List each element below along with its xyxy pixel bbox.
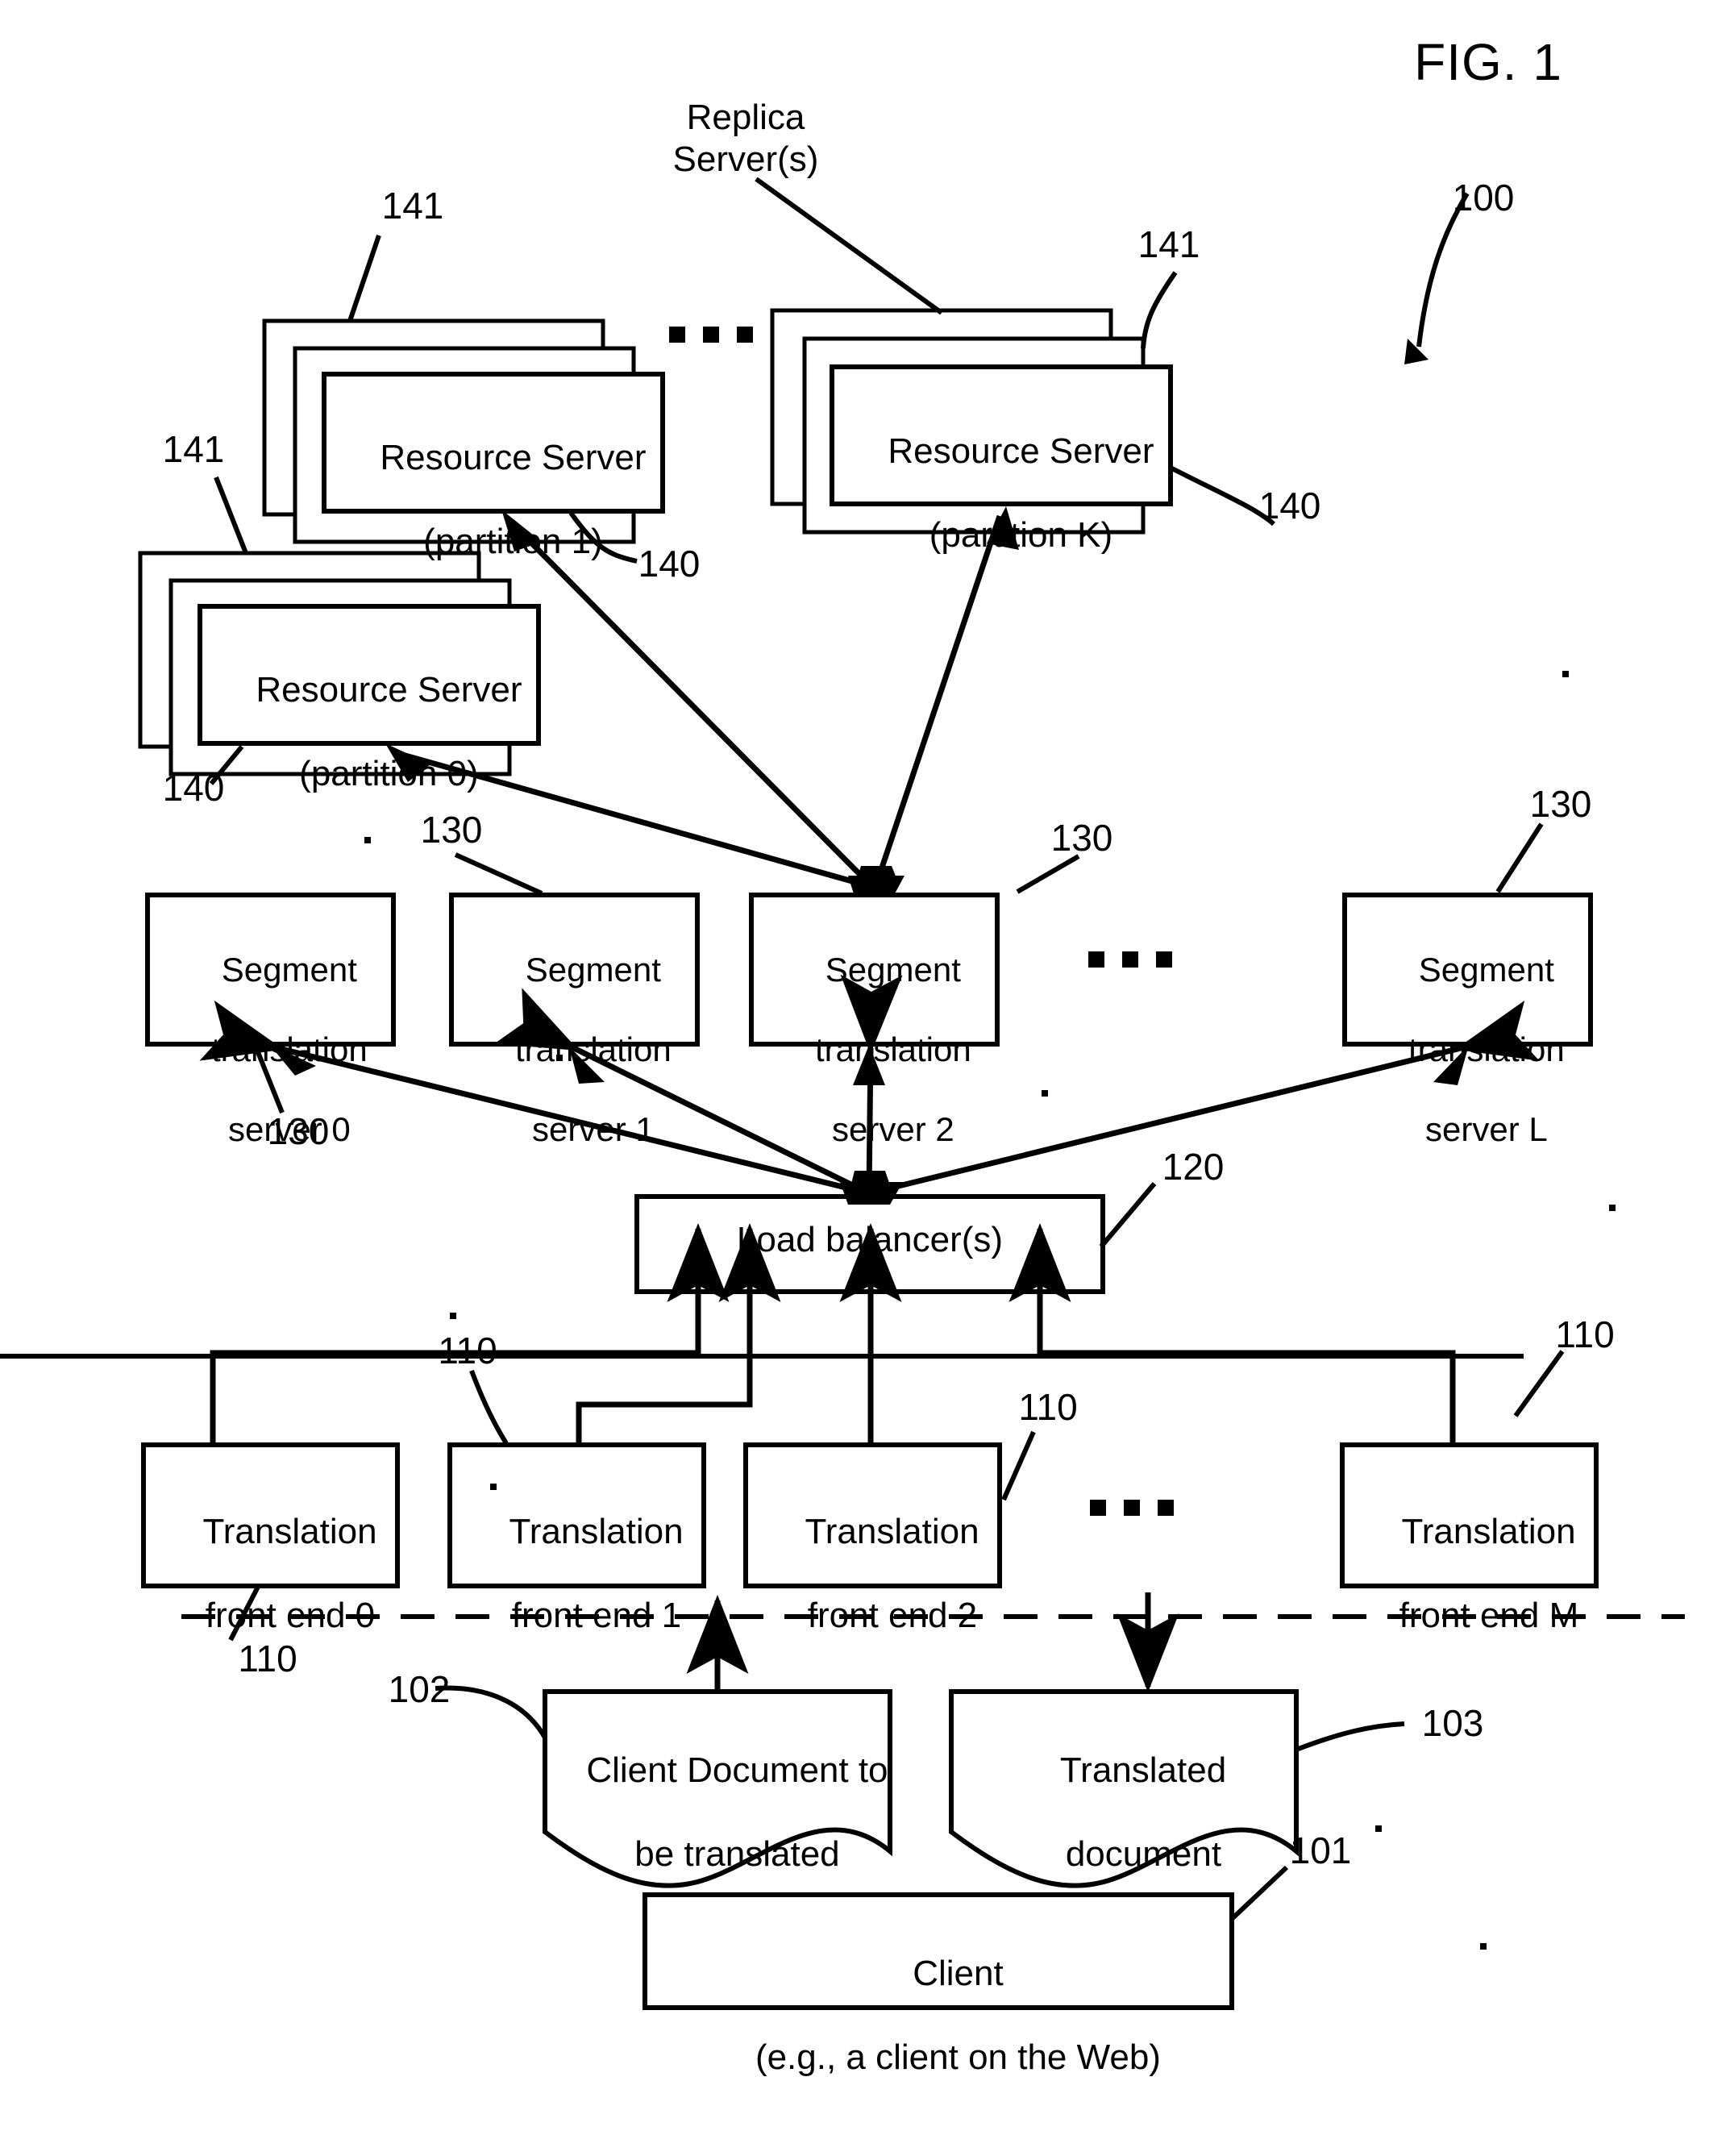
stsl-line3: server L — [1424, 1109, 1548, 1148]
translation-front-end-1-label: Translation front end 1 — [450, 1469, 704, 1679]
segment-translation-server-1-label: Segment translation server 1 — [451, 909, 697, 1189]
sts1-line2: translation — [514, 1030, 672, 1068]
replica-servers-label: Replica Server(s) — [672, 98, 819, 179]
tfe0-line1: Translation — [202, 1511, 377, 1551]
sts0-line2: translation — [210, 1030, 368, 1068]
tfe1-line2: front end 1 — [511, 1595, 682, 1635]
ellipsis-translation-front-ends — [1090, 1500, 1174, 1516]
ref-140-partitionk: 140 — [1258, 485, 1321, 527]
ref-130-stsl: 130 — [1529, 783, 1592, 825]
ref-120: 120 — [1162, 1146, 1225, 1188]
rs0-line1: Resource Server — [256, 669, 522, 710]
ref-141-partitionk: 141 — [1137, 223, 1200, 265]
client-line2: (e.g., a client on the Web) — [755, 2037, 1161, 2077]
tfem-line2: front end M — [1399, 1595, 1579, 1635]
client-line1: Client — [913, 1953, 1004, 1993]
client-doc-line1: Client Document to — [586, 1750, 888, 1790]
segment-translation-server-l-label: Segment translation server L — [1345, 909, 1591, 1189]
rsk-line2: (partition K) — [929, 514, 1113, 555]
resource-server-partition-k-label: Resource Server (partition K) — [832, 389, 1171, 598]
translated-document-label: Translated document — [951, 1708, 1296, 1917]
sts1-line3: server 1 — [531, 1109, 655, 1148]
ref-130-sts1: 130 — [420, 809, 483, 851]
rs1-line1: Resource Server — [380, 437, 647, 477]
ref-110-tfem: 110 — [1555, 1313, 1615, 1355]
ref-130-sts2: 130 — [1050, 817, 1113, 859]
sts0-line1: Segment — [221, 950, 357, 989]
stsl-line1: Segment — [1418, 950, 1554, 989]
ref-103: 103 — [1421, 1702, 1484, 1744]
translation-front-end-0-label: Translation front end 0 — [143, 1469, 397, 1679]
segment-translation-server-0-label: Segment translation server 0 — [148, 909, 393, 1189]
client-document-label: Client Document to be translated — [545, 1708, 890, 1917]
resource-server-partition-0-label: Resource Server (partition 0) — [200, 627, 539, 837]
tfem-line1: Translation — [1401, 1511, 1576, 1551]
ref-101: 101 — [1289, 1829, 1352, 1871]
ref-102: 102 — [388, 1668, 451, 1710]
ellipsis-resource-servers — [669, 327, 753, 343]
resource-server-partition-1-label: Resource Server (partition 1) — [324, 395, 663, 605]
translated-doc-line2: document — [1065, 1833, 1222, 1874]
sts2-line1: Segment — [825, 950, 961, 989]
load-balancer-label: Load balancer(s) — [736, 1220, 1004, 1259]
patent-figure-1: FIG. 1 100 Replica Server(s) 141 141 141… — [0, 0, 1730, 2156]
ellipsis-segment-translation-servers — [1088, 951, 1172, 968]
client-doc-line2: be translated — [634, 1833, 840, 1874]
ref-100: 100 — [1452, 177, 1515, 219]
ref-141-partition0: 141 — [162, 428, 225, 470]
translation-front-end-m-label: Translation front end M — [1342, 1469, 1596, 1679]
figure-title: FIG. 1 — [1414, 33, 1562, 91]
tfe2-line2: front end 2 — [807, 1595, 978, 1635]
tfe2-line1: Translation — [805, 1511, 979, 1551]
ref-141-partition1: 141 — [381, 185, 444, 227]
client-label: Client (e.g., a client on the Web) — [645, 1911, 1232, 2121]
sts1-line1: Segment — [525, 950, 661, 989]
segment-translation-server-2-label: Segment translation server 2 — [751, 909, 997, 1189]
translation-front-end-2-label: Translation front end 2 — [746, 1469, 1000, 1679]
translated-doc-line1: Translated — [1059, 1750, 1227, 1790]
sts0-line3: server 0 — [227, 1109, 351, 1148]
tfe0-line2: front end 0 — [205, 1595, 376, 1635]
sts2-line3: server 2 — [831, 1109, 954, 1148]
ref-110-tfe2: 110 — [1018, 1386, 1078, 1428]
ref-110-tfe1: 110 — [438, 1330, 497, 1371]
rs1-line2: (partition 1) — [423, 521, 603, 561]
sts2-line2: translation — [814, 1030, 971, 1068]
rs0-line2: (partition 0) — [299, 753, 479, 793]
tfe1-line1: Translation — [509, 1511, 684, 1551]
stsl-line2: translation — [1408, 1030, 1565, 1068]
rsk-line1: Resource Server — [888, 431, 1154, 471]
